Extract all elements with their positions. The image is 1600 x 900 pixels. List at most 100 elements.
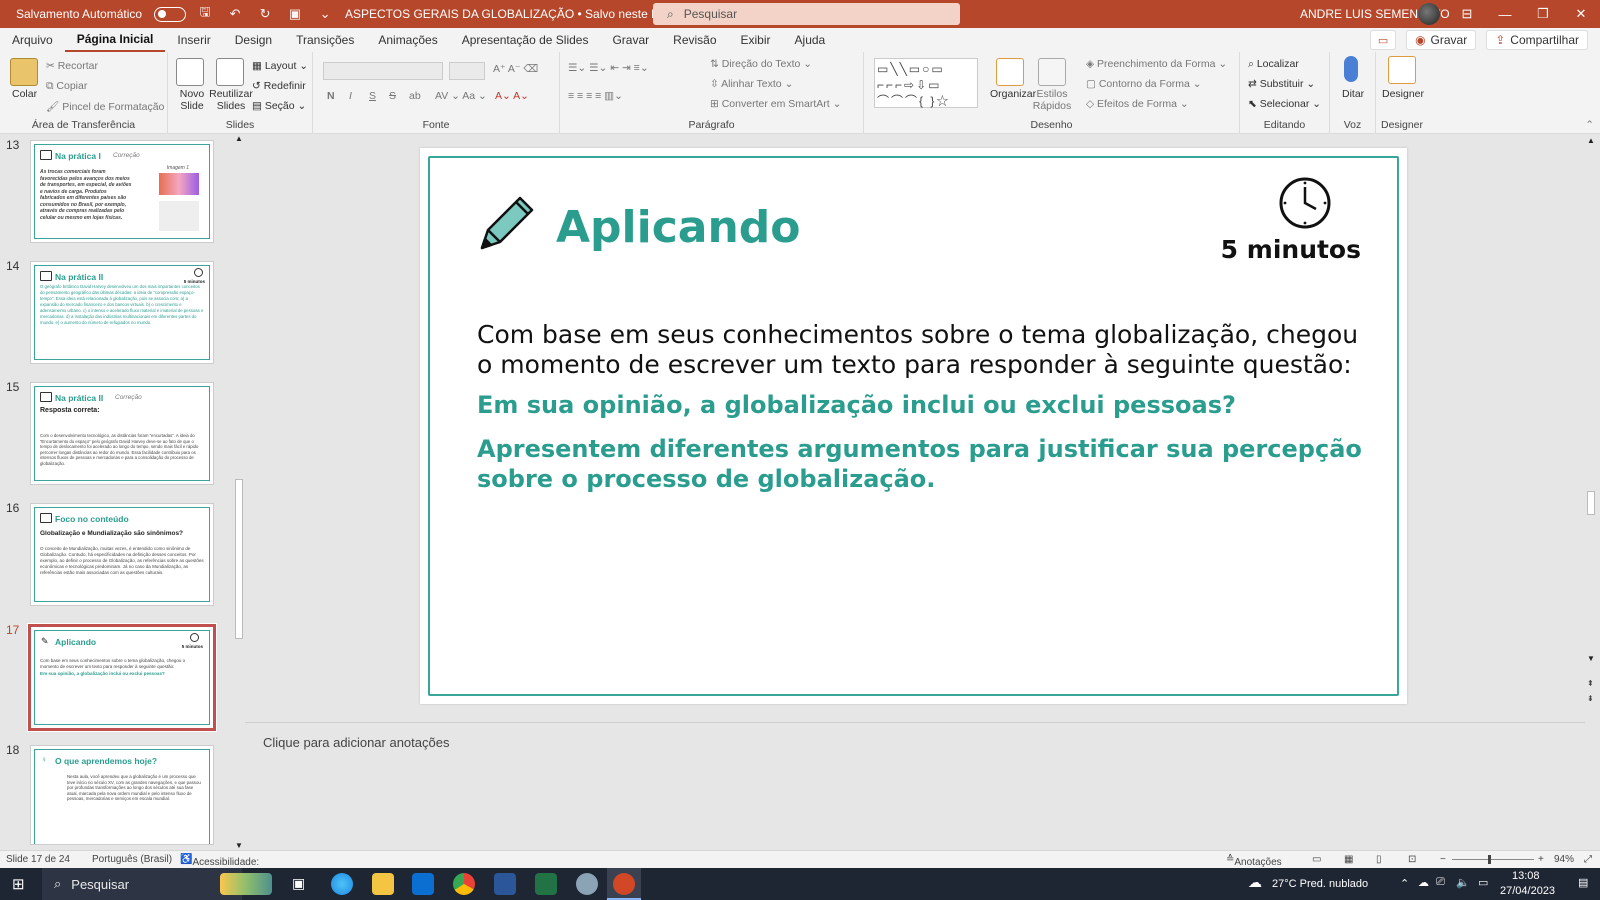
avatar[interactable] <box>1418 3 1440 25</box>
autosave-toggle[interactable] <box>154 6 187 22</box>
reset-button[interactable]: ↺ Redefinir <box>252 80 306 92</box>
arrange-button[interactable]: Organizar <box>990 88 1036 100</box>
designer-icon[interactable] <box>1388 56 1416 84</box>
cut-button[interactable]: ✂ Recortar <box>46 60 98 72</box>
powerpoint-taskbar-button[interactable] <box>607 868 641 900</box>
restore-button[interactable]: ❐ <box>1524 0 1562 28</box>
accessibility-status[interactable]: ♿ Acessibilidade: investigar <box>180 854 259 879</box>
shadow-button[interactable]: ab <box>409 90 421 102</box>
comments-icon[interactable]: ▭ <box>1370 30 1397 50</box>
editor-scrollbar-thumb[interactable] <box>1587 491 1595 515</box>
thumbnail-scrollbar[interactable]: ▲ ▼ <box>233 134 245 850</box>
align-text-button[interactable]: ⇳ Alinhar Texto ⌄ <box>710 78 793 90</box>
text-direction-button[interactable]: ⇅ Direção do Texto ⌄ <box>710 58 812 70</box>
reuse-slides-icon[interactable] <box>216 58 244 86</box>
thumbnail[interactable]: Foco no conteúdo Globalização e Mundiali… <box>30 503 214 606</box>
tab-revisao[interactable]: Revisão <box>661 28 728 52</box>
thumbnail[interactable]: ♀ O que aprendemos hoje? Nesta aula, voc… <box>30 745 214 845</box>
notes-toggle[interactable]: ≙ Anotações <box>1226 854 1282 868</box>
quick-styles-icon[interactable] <box>1038 58 1066 86</box>
microphone-icon[interactable] <box>1344 56 1358 82</box>
scroll-up-icon[interactable]: ▲ <box>235 134 243 143</box>
task-view-icon[interactable]: ▣ <box>292 875 305 892</box>
tab-ajuda[interactable]: Ajuda <box>783 28 838 52</box>
excel-icon[interactable] <box>535 873 557 895</box>
file-explorer-icon[interactable] <box>372 873 394 895</box>
scroll-down-icon[interactable]: ▼ <box>235 841 243 850</box>
taskbar-search[interactable]: ⌕ Pesquisar <box>42 868 242 900</box>
windows-start-icon[interactable]: ⊞ <box>12 875 25 893</box>
scroll-up-icon[interactable]: ▲ <box>1587 136 1595 145</box>
tab-transicoes[interactable]: Transições <box>284 28 366 52</box>
new-slide-button[interactable]: Novo Slide <box>174 88 210 112</box>
select-button[interactable]: ⬉ Selecionar ⌄ <box>1248 98 1321 110</box>
paste-button[interactable]: Colar <box>12 88 37 100</box>
tab-animacoes[interactable]: Animações <box>366 28 449 52</box>
shape-outline-button[interactable]: ▢ Contorno da Forma ⌄ <box>1086 78 1202 90</box>
clock-date[interactable]: 27/04/2023 <box>1500 885 1555 897</box>
quick-styles-button[interactable]: Estilos Rápidos <box>1032 88 1072 112</box>
format-painter-button[interactable]: 🖌 Pincel de Formatação <box>46 100 164 113</box>
strikethrough-button[interactable]: S <box>389 90 396 102</box>
tab-pagina-inicial[interactable]: Página Inicial <box>64 28 166 52</box>
designer-button[interactable]: Designer <box>1382 88 1424 100</box>
font-family-select[interactable] <box>323 62 443 80</box>
collapse-ribbon-icon[interactable]: ⌃ <box>1585 119 1594 131</box>
slideshow-icon[interactable]: ⊡ <box>1408 854 1416 865</box>
weather-status[interactable]: 27°C Pred. nublado <box>1272 878 1368 890</box>
save-icon[interactable]: 🖫 <box>194 3 216 25</box>
document-title[interactable]: ASPECTOS GERAIS DA GLOBALIZAÇÃO • Salvo … <box>345 7 681 21</box>
reading-view-icon[interactable]: ▯ <box>1376 854 1382 865</box>
minimize-button[interactable]: — <box>1486 0 1524 28</box>
underline-button[interactable]: S <box>369 90 376 102</box>
paste-icon[interactable] <box>10 58 38 86</box>
store-icon[interactable] <box>412 873 434 895</box>
ribbon-display-options-icon[interactable]: ⊟ <box>1448 0 1486 28</box>
bullets-icon[interactable]: ☰⌄ ☰⌄ ⇤ ⇥ ≡⌄ <box>568 62 649 74</box>
show-hidden-icons-icon[interactable]: ⌃ <box>1400 877 1409 890</box>
thumbnail[interactable]: Na prática II Correção Resposta correta:… <box>30 382 214 485</box>
shapes-gallery[interactable]: ▭╲╲▭○▭ ⌐⌐⌐⇨⇩▭ ⌒⌒⌒{ }☆ <box>874 58 978 108</box>
volume-icon[interactable]: 🔈 <box>1456 876 1470 889</box>
slide-canvas[interactable]: Aplicando 5 minutos Com base em seus con… <box>420 148 1407 704</box>
scroll-down-icon[interactable]: ▼ <box>1587 654 1595 663</box>
clock-time[interactable]: 13:08 <box>1512 870 1540 882</box>
word-icon[interactable] <box>494 873 516 895</box>
record-button[interactable]: ◉ Gravar <box>1406 30 1477 50</box>
undo-icon[interactable]: ↶ <box>224 6 246 22</box>
thumbnail[interactable]: Na prática II 5 minutos O geógrafo britâ… <box>30 261 214 364</box>
edge-icon[interactable] <box>331 873 353 895</box>
replace-button[interactable]: ⇄ Substituir ⌄ <box>1248 78 1315 90</box>
font-color-icon[interactable]: A⌄ A⌄ <box>495 90 529 102</box>
share-button[interactable]: ⇪ Compartilhar <box>1486 30 1588 50</box>
thumbnail[interactable]: Na prática I Correção As trocas comercia… <box>30 140 214 243</box>
reuse-slides-button[interactable]: Reutilizar Slides <box>208 88 254 112</box>
normal-view-icon[interactable]: ▭ <box>1312 854 1321 865</box>
editor-scrollbar[interactable]: ▲ ▼ ⇞ ⇟ <box>1585 134 1597 722</box>
previous-slide-icon[interactable]: ⇞ <box>1587 679 1594 688</box>
battery-icon[interactable]: ▭ <box>1478 876 1488 889</box>
search-box[interactable]: ⌕ Pesquisar <box>653 3 960 25</box>
tab-exibir[interactable]: Exibir <box>729 28 783 52</box>
tab-design[interactable]: Design <box>223 28 284 52</box>
customize-quick-access-icon[interactable]: ⌄ <box>314 6 336 22</box>
notes-pane[interactable]: Clique para adicionar anotações <box>245 722 1585 850</box>
grow-font-icon[interactable]: A⁺ A⁻ ⌫ <box>493 63 538 75</box>
tab-arquivo[interactable]: Arquivo <box>0 28 65 52</box>
tab-apresentacao[interactable]: Apresentação de Slides <box>450 28 601 52</box>
char-spacing-icon[interactable]: AV ⌄ Aa ⌄ <box>435 90 487 102</box>
next-slide-icon[interactable]: ⇟ <box>1587 694 1594 703</box>
bold-button[interactable]: N <box>327 90 335 102</box>
italic-button[interactable]: I <box>349 90 352 102</box>
redo-icon[interactable]: ↻ <box>254 6 276 22</box>
shape-fill-button[interactable]: ◈ Preenchimento da Forma ⌄ <box>1086 58 1227 70</box>
close-button[interactable]: ✕ <box>1562 0 1600 28</box>
arrange-icon[interactable] <box>996 58 1024 86</box>
font-size-select[interactable] <box>449 62 485 80</box>
network-icon[interactable]: ⎚ <box>1436 876 1445 889</box>
zoom-level[interactable]: 94% <box>1554 854 1574 865</box>
present-icon[interactable]: ▣ <box>284 6 306 22</box>
slide-counter[interactable]: Slide 17 de 24 <box>6 854 70 865</box>
dictate-button[interactable]: Ditar <box>1342 88 1364 100</box>
slide-sorter-icon[interactable]: ▦ <box>1344 854 1353 865</box>
